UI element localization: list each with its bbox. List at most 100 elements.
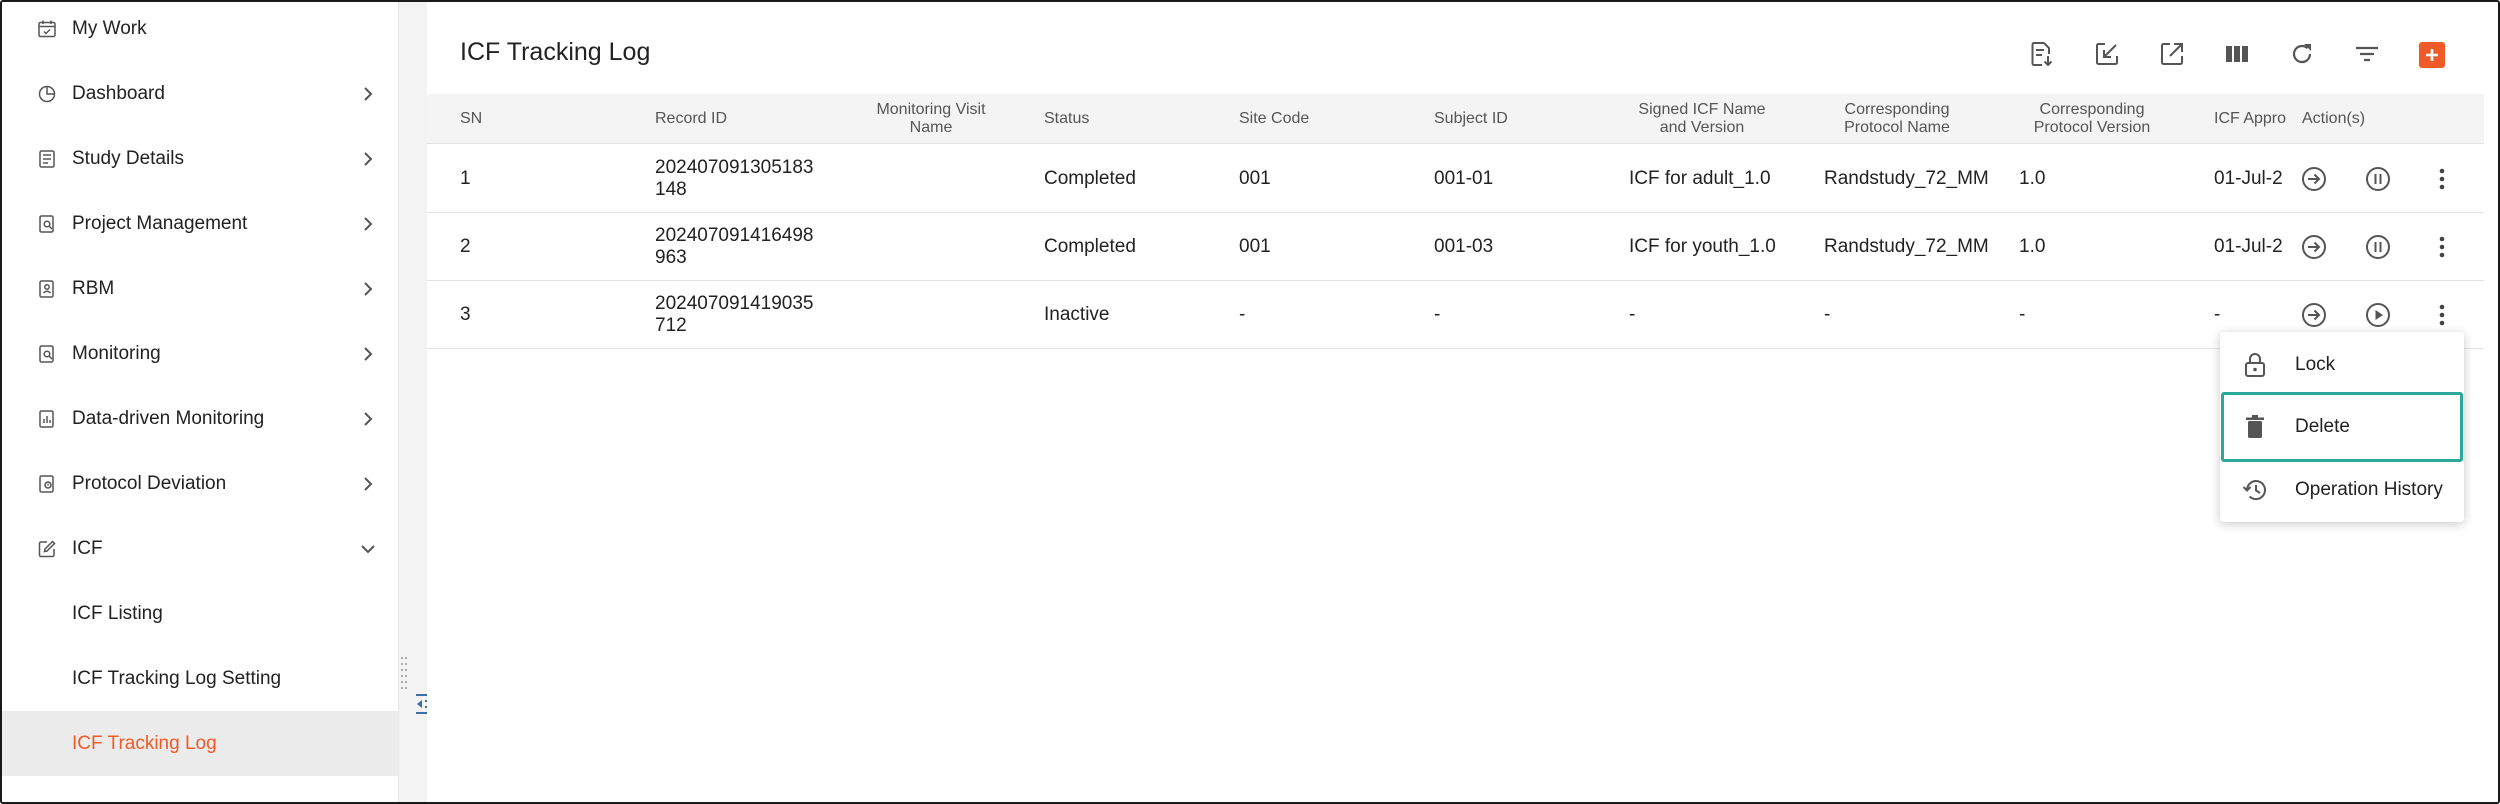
cell-record-id: 202407091419035 712 (655, 293, 814, 336)
edit-document-icon (36, 538, 58, 560)
cell-record-id: 202407091305183 148 (655, 157, 814, 200)
cell-signed-icf: ICF for youth_1.0 (1629, 236, 1776, 257)
sidebar-item-dashboard[interactable]: Dashboard (2, 61, 399, 126)
table-row[interactable]: 1 202407091305183 148 Completed 001 001-… (427, 145, 2484, 213)
resize-handle-icon[interactable] (400, 654, 408, 694)
chevron-right-icon (358, 84, 378, 104)
chevron-right-icon (358, 149, 378, 169)
document-chart-icon (36, 408, 58, 430)
open-external-icon[interactable] (2155, 37, 2189, 71)
cell-signed-icf: ICF for adult_1.0 (1629, 168, 1771, 189)
chevron-right-icon (358, 279, 378, 299)
chevron-right-icon (358, 409, 378, 429)
menu-item-label: Delete (2295, 415, 2350, 437)
sidebar-item-label: ICF Tracking Log (72, 732, 217, 754)
table-header: SN Record ID Monitoring Visit Name Statu… (427, 94, 2484, 144)
column-header-protocol-version: Corresponding Protocol Version (2033, 101, 2151, 136)
sidebar-subitem-icf-tracking-log[interactable]: ICF Tracking Log (2, 711, 399, 776)
sidebar-item-label: Protocol Deviation (72, 472, 227, 494)
sidebar-item-monitoring[interactable]: Monitoring (2, 321, 399, 386)
sidebar-subitem-icf-tracking-log-setting[interactable]: ICF Tracking Log Setting (2, 646, 399, 711)
columns-icon[interactable] (2220, 37, 2254, 71)
cell-site-code: - (1239, 304, 1246, 325)
pause-icon[interactable] (2363, 232, 2393, 262)
column-header-protocol-name: Corresponding Protocol Name (1844, 101, 1950, 136)
cell-sn: 1 (460, 168, 471, 189)
more-vertical-icon[interactable] (2427, 232, 2457, 262)
chevron-right-icon (358, 214, 378, 234)
column-header-site-code: Site Code (1239, 110, 1310, 127)
cell-sn: 2 (460, 236, 471, 257)
lock-icon (2240, 350, 2270, 380)
table-row[interactable]: 3 202407091419035 712 Inactive - - - - -… (427, 281, 2484, 349)
menu-item-delete[interactable]: Delete (2220, 394, 2464, 459)
cell-subject-id: 001-03 (1434, 236, 1494, 257)
column-header-sn: SN (460, 110, 483, 127)
main-content: ICF Tracking Log SN Record ID Monitoring… (427, 2, 2498, 802)
column-header-icf-approval: ICF Appro (2214, 110, 2287, 127)
sidebar-item-study-details[interactable]: Study Details (2, 126, 399, 191)
column-header-monitoring-visit-name: Monitoring Visit Name (876, 101, 986, 136)
add-icon[interactable] (2419, 42, 2445, 68)
cell-status: Inactive (1044, 304, 1110, 325)
play-icon[interactable] (2363, 300, 2393, 330)
column-header-signed-icf: Signed ICF Name and Version (1638, 101, 1766, 136)
go-to-icon[interactable] (2299, 232, 2329, 262)
document-search-icon (36, 343, 58, 365)
sidebar: My Work Dashboard Study Details Project … (2, 2, 399, 802)
sidebar-item-my-work[interactable]: My Work (2, 2, 399, 61)
document-list-icon (36, 148, 58, 170)
sidebar-item-rbm[interactable]: RBM (2, 256, 399, 321)
row-context-menu: Lock Delete Operation History (2220, 332, 2464, 522)
sidebar-item-label: Monitoring (72, 342, 161, 364)
sidebar-item-protocol-deviation[interactable]: Protocol Deviation (2, 451, 399, 516)
export-icon[interactable] (2025, 37, 2059, 71)
history-icon (2240, 475, 2270, 505)
cell-protocol-version: 1.0 (2019, 168, 2046, 189)
sidebar-item-label: ICF (72, 537, 103, 559)
page-title: ICF Tracking Log (460, 38, 651, 66)
cell-protocol-version: 1.0 (2019, 236, 2046, 257)
document-alert-icon (36, 473, 58, 495)
cell-protocol-name: - (1824, 304, 1831, 325)
document-user-icon (36, 278, 58, 300)
pause-icon[interactable] (2363, 164, 2393, 194)
app-window: My Work Dashboard Study Details Project … (0, 0, 2500, 804)
cell-subject-id: - (1434, 304, 1441, 325)
cell-icf-approval: 01-Jul-2 (2214, 168, 2283, 189)
column-header-record-id: Record ID (655, 110, 728, 127)
sidebar-item-label: ICF Listing (72, 602, 163, 624)
more-vertical-icon[interactable] (2427, 164, 2457, 194)
cell-status: Completed (1044, 236, 1136, 257)
cell-status: Completed (1044, 168, 1136, 189)
sidebar-item-label: My Work (72, 17, 147, 39)
cell-icf-approval: 01-Jul-2 (2214, 236, 2283, 257)
sidebar-item-label: Project Management (72, 212, 248, 234)
menu-item-operation-history[interactable]: Operation History (2220, 457, 2464, 522)
menu-item-label: Lock (2295, 353, 2336, 375)
filter-icon[interactable] (2350, 37, 2384, 71)
chevron-right-icon (358, 344, 378, 364)
go-to-icon[interactable] (2299, 164, 2329, 194)
pie-chart-icon (36, 83, 58, 105)
chevron-down-icon (358, 539, 378, 559)
refresh-icon[interactable] (2285, 37, 2319, 71)
cell-site-code: 001 (1239, 236, 1271, 257)
sidebar-item-icf[interactable]: ICF (2, 516, 399, 581)
column-header-actions: Action(s) (2302, 110, 2366, 127)
document-search-icon (36, 213, 58, 235)
menu-item-label: Operation History (2295, 478, 2443, 500)
sidebar-subitem-icf-listing[interactable]: ICF Listing (2, 581, 399, 646)
column-header-status: Status (1044, 110, 1090, 127)
sidebar-item-data-driven-monitoring[interactable]: Data-driven Monitoring (2, 386, 399, 451)
import-icon[interactable] (2090, 37, 2124, 71)
sidebar-item-project-management[interactable]: Project Management (2, 191, 399, 256)
go-to-icon[interactable] (2299, 300, 2329, 330)
more-vertical-icon[interactable] (2427, 300, 2457, 330)
sidebar-item-label: RBM (72, 277, 115, 299)
cell-subject-id: 001-01 (1434, 168, 1494, 189)
chevron-right-icon (358, 474, 378, 494)
sidebar-item-label: ICF Tracking Log Setting (72, 667, 282, 689)
menu-item-lock[interactable]: Lock (2220, 332, 2464, 397)
table-row[interactable]: 2 202407091416498 963 Completed 001 001-… (427, 213, 2484, 281)
